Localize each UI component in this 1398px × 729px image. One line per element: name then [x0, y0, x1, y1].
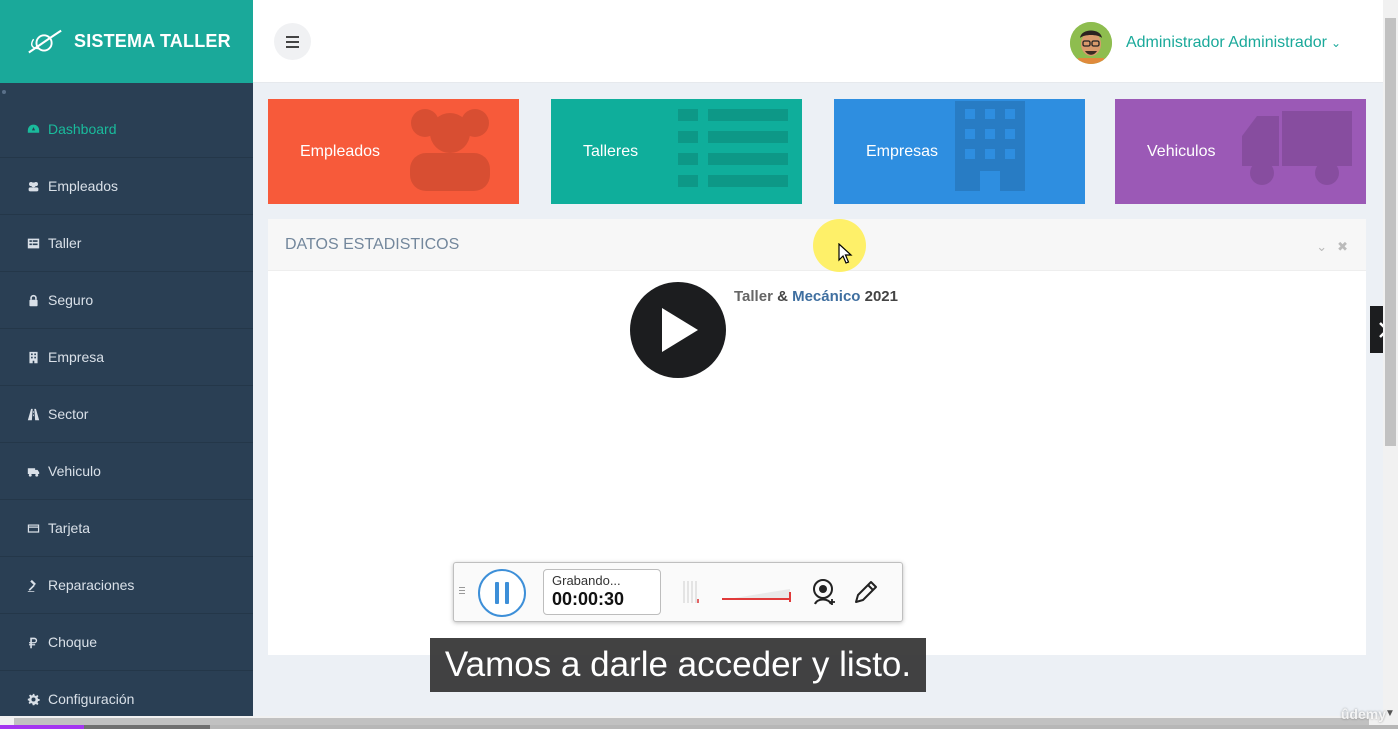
video-progress-fill	[0, 725, 84, 729]
sidebar-item-label: Dashboard	[48, 121, 117, 137]
users-icon	[395, 101, 505, 191]
dashboard-icon	[26, 122, 40, 136]
planet-logo-icon	[28, 29, 62, 53]
sidebar-menu: Dashboard Empleados Taller Seguro Empres…	[0, 101, 253, 728]
card-label: Talleres	[583, 142, 639, 160]
sidebar-item-label: Choque	[48, 634, 98, 650]
scrollbar-thumb[interactable]	[1385, 18, 1396, 446]
sidebar-item-label: Empleados	[48, 178, 119, 194]
avatar	[1069, 22, 1112, 64]
video-caption: Vamos a darle acceder y listo.	[430, 638, 926, 692]
drag-handle-icon[interactable]	[459, 585, 465, 596]
sidebar-item-taller[interactable]: Taller	[0, 215, 253, 272]
menu-toggle-button[interactable]	[274, 23, 311, 60]
list-icon	[26, 236, 40, 250]
brand[interactable]: SISTEMA TALLER	[0, 0, 253, 83]
road-icon	[26, 407, 40, 421]
app-window: SISTEMA TALLER Dashboard Empleados Talle…	[0, 0, 1398, 729]
sidebar-item-empresa[interactable]: Empresa	[0, 329, 253, 386]
chevron-down-icon: ⌄	[1330, 36, 1341, 50]
sidebar-item-sector[interactable]: Sector	[0, 386, 253, 443]
sidebar-item-seguro[interactable]: Seguro	[0, 272, 253, 329]
udemy-watermark: ûdemy	[1340, 706, 1386, 722]
sidebar-item-label: Seguro	[48, 292, 94, 308]
brand-title: SISTEMA TALLER	[74, 31, 231, 51]
vertical-scrollbar[interactable]: ▼	[1383, 0, 1398, 729]
sidebar-item-vehiculo[interactable]: Vehiculo	[0, 443, 253, 500]
sidebar-item-label: Reparaciones	[48, 577, 135, 593]
recording-toolbar: Grabando... 00:00:30	[453, 562, 903, 622]
building-icon	[26, 350, 40, 364]
close-icon[interactable]: ✖	[1337, 239, 1348, 255]
recording-status: Grabando... 00:00:30	[543, 569, 661, 615]
sidebar-dot	[2, 90, 6, 94]
card-label: Empleados	[300, 142, 381, 160]
sidebar-item-label: Tarjeta	[48, 520, 91, 536]
topbar: Administrador Administrador ⌄	[253, 0, 1383, 83]
sidebar-item-reparaciones[interactable]: Reparaciones	[0, 557, 253, 614]
credit-card-icon	[26, 521, 40, 535]
panel-title: DATOS ESTADISTICOS	[285, 235, 460, 253]
chart-title-part2: Mecánico	[792, 288, 861, 305]
sidebar-item-label: Vehiculo	[48, 463, 101, 479]
pause-button[interactable]	[478, 569, 526, 617]
audio-level-icon	[683, 581, 699, 603]
card-vehiculos[interactable]: Vehiculos	[1115, 99, 1366, 204]
sidebar-item-label: Taller	[48, 235, 82, 251]
recording-status-label: Grabando...	[552, 573, 621, 588]
card-empleados[interactable]: Empleados	[268, 99, 519, 204]
pause-icon-bar	[495, 582, 499, 604]
pause-icon-bar	[505, 582, 509, 604]
card-talleres[interactable]: Talleres	[551, 99, 802, 204]
mouse-cursor-icon	[838, 243, 853, 264]
video-play-button[interactable]	[630, 282, 726, 378]
chart-title-year: 2021	[864, 288, 898, 305]
sidebar-item-dashboard[interactable]: Dashboard	[0, 101, 253, 158]
building-icon	[935, 101, 1045, 191]
card-label: Vehiculos	[1147, 142, 1216, 160]
users-icon	[26, 179, 40, 193]
chart-title-part1: Taller	[734, 288, 773, 305]
gavel-icon	[26, 578, 40, 592]
sidebar-item-tarjeta[interactable]: Tarjeta	[0, 500, 253, 557]
truck-icon	[26, 464, 40, 478]
card-empresas[interactable]: Empresas	[834, 99, 1085, 204]
sidebar: SISTEMA TALLER Dashboard Empleados Talle…	[0, 0, 253, 729]
sidebar-item-label: Empresa	[48, 349, 105, 365]
hamburger-icon	[286, 34, 299, 49]
video-progress-bar[interactable]	[0, 725, 1398, 729]
panel-tools: ⌄ ✖	[1316, 239, 1348, 255]
sidebar-item-choque[interactable]: Choque	[0, 614, 253, 671]
sidebar-item-empleados[interactable]: Empleados	[0, 158, 253, 215]
webcam-icon[interactable]	[809, 577, 839, 607]
pen-icon[interactable]	[851, 577, 881, 607]
scroll-down-icon[interactable]: ▼	[1385, 708, 1395, 719]
chart-title-amp: &	[777, 288, 788, 305]
chart-title: Taller & Mecánico 2021	[734, 288, 898, 305]
play-icon	[662, 308, 698, 352]
lock-icon	[26, 293, 40, 307]
volume-slider[interactable]	[720, 587, 794, 603]
sidebar-item-label: Configuración	[48, 691, 135, 707]
user-name: Administrador Administrador	[1125, 34, 1327, 51]
card-label: Empresas	[866, 142, 939, 160]
cog-icon	[26, 692, 40, 706]
list-icon	[678, 101, 788, 191]
ruble-icon	[26, 635, 40, 649]
truck-icon	[1242, 101, 1352, 191]
recording-time: 00:00:30	[552, 589, 625, 609]
user-menu[interactable]: Administrador Administrador ⌄	[1069, 22, 1341, 64]
sidebar-item-label: Sector	[48, 406, 89, 422]
collapse-chevron-icon[interactable]: ⌄	[1316, 239, 1327, 255]
